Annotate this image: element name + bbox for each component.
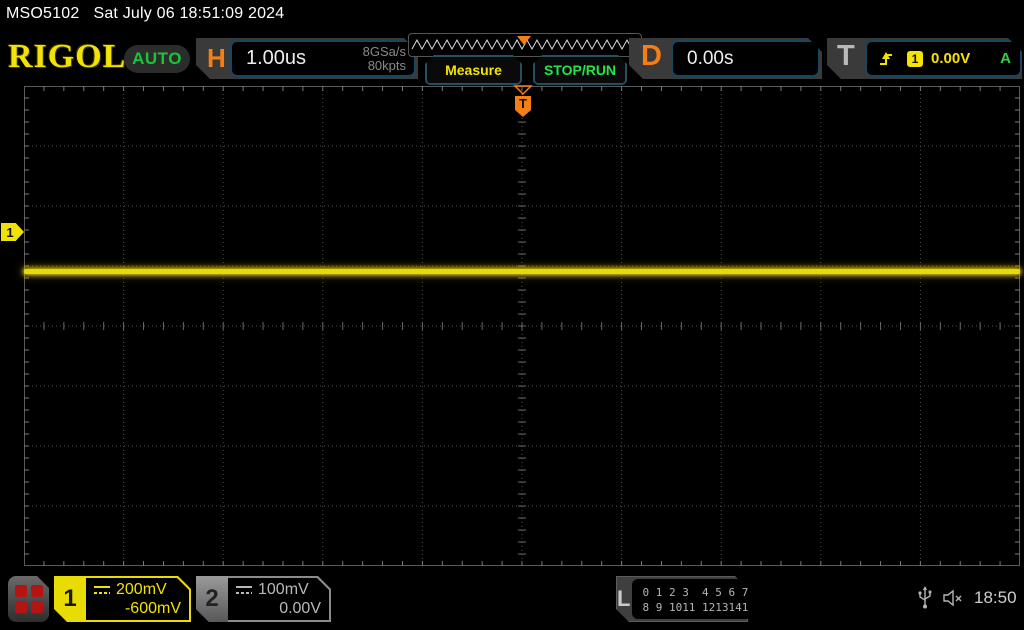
- trigger-box: 1 0.00V A: [865, 40, 1022, 77]
- trigger-settings-button[interactable]: T 1 0.00V A: [827, 38, 1022, 79]
- channel1-status-button[interactable]: 1 200mV -600mV: [54, 576, 191, 622]
- trigger-label: T: [837, 40, 855, 72]
- speaker-muted-icon[interactable]: [942, 588, 966, 608]
- delay-label: D: [641, 40, 662, 72]
- status-icons: 18:50: [918, 585, 1018, 611]
- datetime-text: Sat July 06 18:51:09 2024: [93, 5, 285, 22]
- grid-menu-icon[interactable]: [8, 576, 49, 622]
- logic-channel-numbers: 0 1 2 3 4 5 6 78 9 1011 12131415: [632, 579, 755, 619]
- horizontal-label: H: [207, 43, 226, 73]
- timebase-box: 1.00us 8GSa/s 80kpts: [230, 40, 416, 77]
- measure-button[interactable]: Measure: [425, 55, 522, 85]
- channel1-trace: [24, 269, 1020, 274]
- model-name: MSO5102: [6, 5, 80, 22]
- trigger-position-marker[interactable]: T: [513, 85, 533, 119]
- timebase-value: 1.00us: [246, 47, 307, 69]
- oscilloscope-screen: MSO5102 Sat July 06 18:51:09 2024 RIGOL A…: [0, 0, 1024, 630]
- grid-lines: [24, 86, 1020, 566]
- usb-icon: [918, 586, 932, 609]
- clock-text: 18:50: [974, 588, 1017, 607]
- channel2-offset: 0.00V: [279, 600, 321, 617]
- channel2-status-button[interactable]: 2 100mV 0.00V: [196, 576, 331, 622]
- trigger-status-badge: AUTO: [124, 45, 190, 73]
- channel2-scale: 100mV: [258, 581, 309, 598]
- delay-value: 0.00s: [687, 47, 734, 69]
- channel2-number: 2: [196, 576, 228, 622]
- horizontal-settings-button[interactable]: H 1.00us 8GSa/s 80kpts: [196, 38, 418, 79]
- rigol-logo: RIGOL: [8, 38, 127, 75]
- stop-run-button[interactable]: STOP/RUN: [533, 55, 627, 85]
- acquisition-rates: 8GSa/s 80kpts: [363, 45, 406, 73]
- channel1-number: 1: [63, 585, 77, 612]
- channel1-scale: 200mV: [116, 581, 167, 598]
- channel1-offset: -600mV: [124, 600, 181, 617]
- sample-rate: 8GSa/s: [362, 43, 406, 59]
- trigger-level-value: 0.00V: [931, 50, 971, 67]
- trigger-marker-letter: T: [519, 96, 527, 111]
- channel1-ground-marker[interactable]: 1: [1, 223, 24, 241]
- dc-coupling-icon: [236, 586, 252, 595]
- delay-box: 0.00s: [671, 40, 820, 77]
- memory-depth: 80kpts: [367, 57, 406, 73]
- trigger-sweep-mode: A: [1000, 50, 1011, 67]
- logic-channels-button[interactable]: L 0 1 2 3 4 5 6 78 9 1011 12131415: [616, 576, 748, 622]
- overview-zigzag-icon: [411, 36, 633, 51]
- trigger-source-badge: 1: [907, 51, 923, 67]
- delay-settings-button[interactable]: D 0.00s: [629, 38, 822, 79]
- logic-label: L: [617, 586, 631, 611]
- display-graticule: 1 T: [1, 85, 1020, 566]
- dc-coupling-icon: [94, 586, 110, 595]
- waveform-overview-bar[interactable]: [408, 33, 642, 57]
- rising-edge-trigger-icon: [879, 51, 897, 67]
- titlebar: MSO5102 Sat July 06 18:51:09 2024: [6, 5, 284, 23]
